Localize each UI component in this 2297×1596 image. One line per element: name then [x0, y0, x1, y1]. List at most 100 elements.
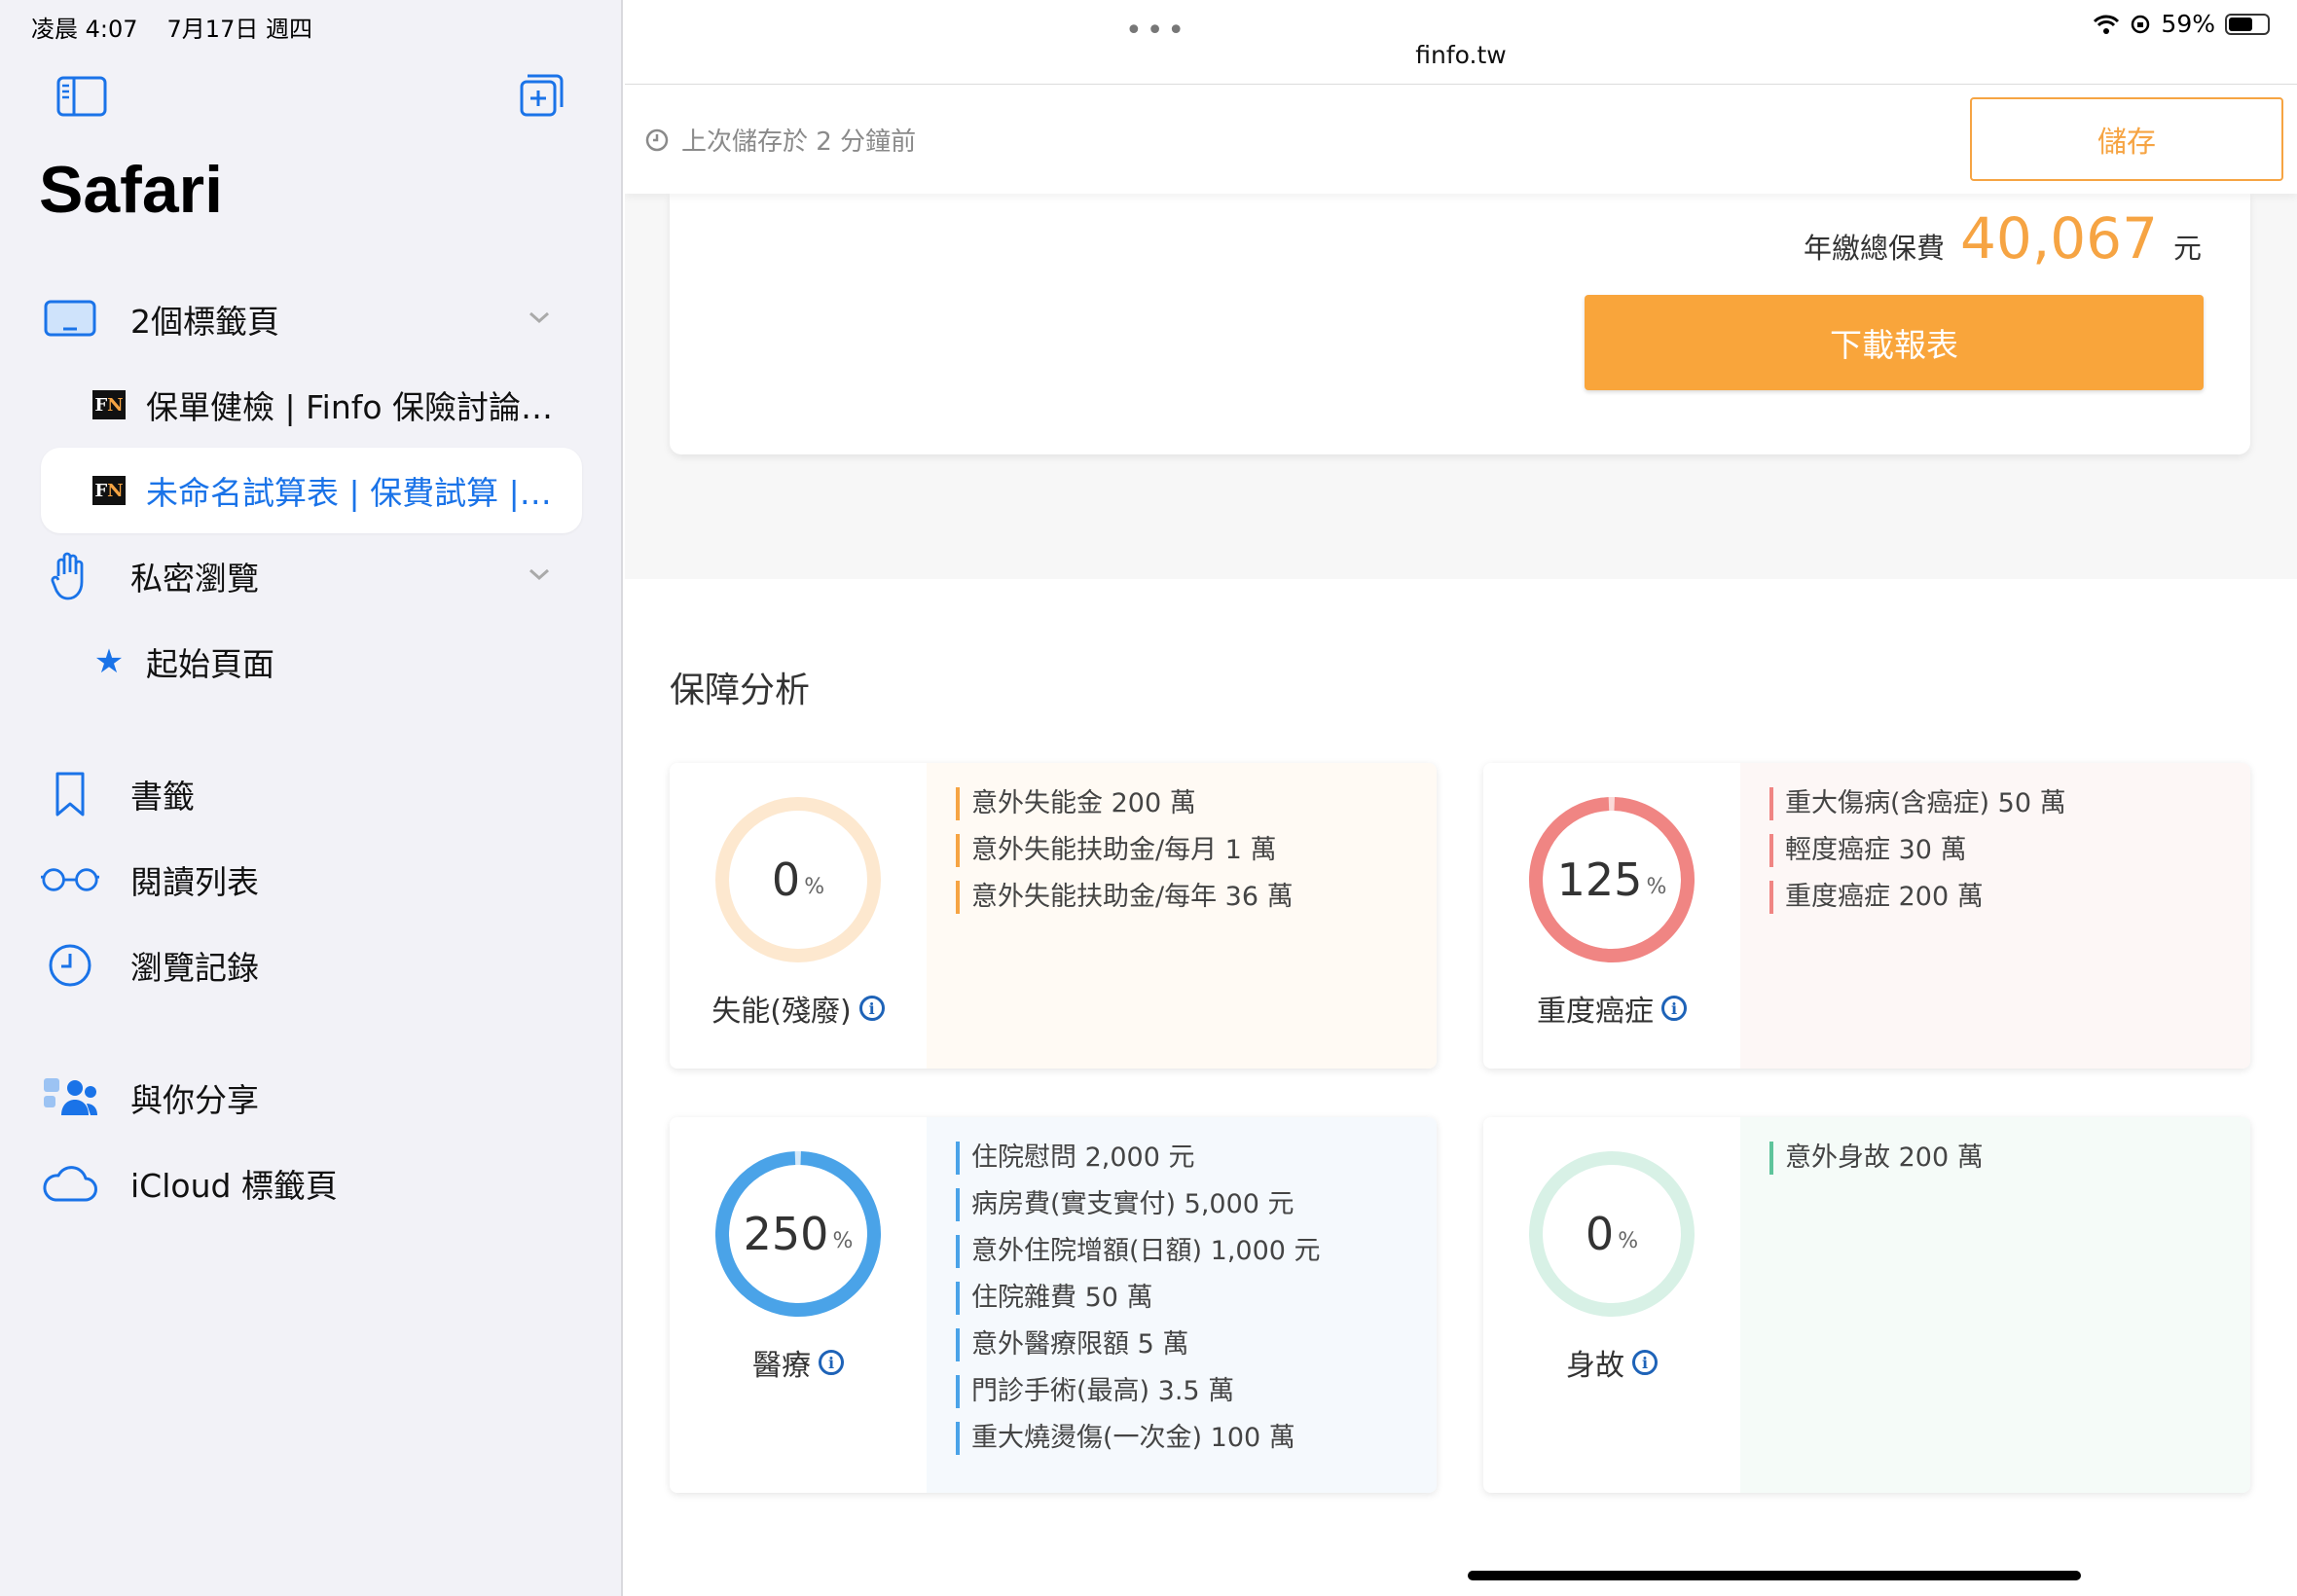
coverage-items: 住院慰問 2,000 元病房費(實支實付) 5,000 元意外住院增額(日額) …: [956, 1135, 1321, 1462]
download-report-button[interactable]: 下載報表: [1585, 295, 2204, 390]
last-saved-text: 上次儲存於 2 分鐘前: [681, 127, 917, 157]
tab-title: 未命名試算表 | 保費試算 |…: [146, 474, 552, 512]
coverage-item: 住院雜費 50 萬: [956, 1275, 1321, 1322]
clock-icon: [645, 128, 669, 151]
card-right: 意外失能金 200 萬意外失能扶助金/每月 1 萬意外失能扶助金/每年 36 萬: [927, 763, 1437, 1069]
coverage-item-text: 重大燒燙傷(一次金) 100 萬: [971, 1423, 1295, 1453]
summary-card: 年繳總保費 40,067 元 下載報表: [670, 194, 2250, 454]
card-left: 0% 身故 i: [1483, 1117, 1740, 1423]
save-button[interactable]: 儲存: [1970, 97, 2283, 181]
coverage-item: 輕度癌症 30 萬: [1769, 827, 2066, 874]
status-time: 凌晨 4:07: [31, 16, 138, 43]
sidebar-shared-with-you[interactable]: 與你分享: [41, 1055, 582, 1141]
sidebar-title: Safari: [39, 153, 223, 227]
coverage-item-text: 門診手術(最高) 3.5 萬: [971, 1376, 1235, 1406]
card-right: 住院慰問 2,000 元病房費(實支實付) 5,000 元意外住院增額(日額) …: [927, 1117, 1437, 1493]
card-right: 重大傷病(含癌症) 50 萬輕度癌症 30 萬重度癌症 200 萬: [1740, 763, 2250, 1069]
coverage-item: 重度癌症 200 萬: [1769, 874, 2066, 921]
coverage-item-text: 意外住院增額(日額) 1,000 元: [971, 1236, 1321, 1266]
new-tab-group-icon[interactable]: [518, 72, 565, 119]
chevron-down-icon[interactable]: [528, 306, 551, 329]
coverage-items: 意外失能金 200 萬意外失能扶助金/每月 1 萬意外失能扶助金/每年 36 萬: [956, 780, 1294, 921]
coverage-item: 意外醫療限額 5 萬: [956, 1322, 1321, 1368]
sidebar-history[interactable]: 瀏覽記錄: [41, 923, 582, 1008]
coverage-percent: 125%: [1556, 853, 1667, 906]
coverage-item: 意外住院增額(日額) 1,000 元: [956, 1228, 1321, 1275]
start-page-label: 起始頁面: [146, 645, 274, 683]
coverage-card-medical: 250% 醫療 i 住院慰問 2,000 元病房費(實支實付) 5,000 元意外…: [670, 1117, 1437, 1493]
bookmarks-label: 書籤: [130, 778, 195, 816]
coverage-item-text: 輕度癌症 30 萬: [1785, 835, 1967, 865]
battery-percent: 59%: [2161, 10, 2215, 38]
coverage-item-text: 意外失能扶助金/每月 1 萬: [971, 835, 1277, 865]
sidebar-start-page[interactable]: ★ 起始頁面: [91, 619, 578, 705]
tab-title: 保單健檢 | Finfo 保險討論…: [146, 388, 554, 426]
sidebar-icloud-tabs[interactable]: iCloud 標籤頁: [41, 1141, 582, 1226]
shared-label: 與你分享: [130, 1081, 259, 1119]
wifi-icon: [2094, 15, 2120, 34]
tabs-icon: [41, 290, 99, 348]
coverage-card-disability: 0% 失能(殘廢) i 意外失能金 200 萬意外失能扶助金/每月 1 萬意外失能…: [670, 763, 1437, 1069]
cloud-icon: [41, 1154, 99, 1213]
section-title: 保障分析: [670, 671, 811, 710]
coverage-item-text: 重度癌症 200 萬: [1785, 882, 1984, 912]
coverage-percent: 0%: [771, 853, 825, 906]
private-label: 私密瀏覽: [130, 560, 259, 598]
star-icon: ★: [93, 642, 125, 681]
sidebar-tab-group[interactable]: 2個標籤頁: [41, 276, 582, 362]
chevron-down-icon[interactable]: [528, 562, 551, 586]
coverage-card-death: 0% 身故 i 意外身故 200 萬: [1483, 1117, 2250, 1493]
coverage-percent: 0%: [1585, 1208, 1639, 1260]
icloud-label: iCloud 標籤頁: [130, 1167, 338, 1205]
info-icon[interactable]: i: [858, 996, 885, 1021]
url-label[interactable]: finfo.tw: [625, 41, 2297, 69]
coverage-items: 意外身故 200 萬: [1769, 1135, 1984, 1181]
card-left: 125% 重度癌症 i: [1483, 763, 1740, 1069]
coverage-item-text: 意外失能扶助金/每年 36 萬: [971, 882, 1294, 912]
coverage-item-text: 病房費(實支實付) 5,000 元: [971, 1189, 1294, 1219]
annual-premium-label: 年繳總保費: [1804, 232, 1946, 265]
coverage-item: 意外身故 200 萬: [1769, 1135, 1984, 1181]
sidebar-tab-item-selected[interactable]: FN 未命名試算表 | 保費試算 |…: [41, 448, 582, 533]
finfo-favicon-icon: FN: [91, 461, 127, 520]
coverage-item-text: 意外身故 200 萬: [1785, 1143, 1984, 1173]
bookmark-icon: [41, 765, 99, 823]
last-saved-status: 上次儲存於 2 分鐘前: [644, 122, 916, 158]
sidebar-toggle-icon[interactable]: [56, 76, 107, 117]
coverage-item: 門診手術(最高) 3.5 萬: [956, 1368, 1321, 1415]
sidebar-reading-list[interactable]: 閱讀列表: [41, 837, 582, 923]
coverage-label: 醫療 i: [670, 1341, 927, 1384]
battery-icon: [2225, 13, 2270, 35]
coverage-item-text: 意外失能金 200 萬: [971, 788, 1196, 818]
coverage-item: 住院慰問 2,000 元: [956, 1135, 1321, 1181]
sidebar-bookmarks[interactable]: 書籤: [41, 751, 582, 837]
coverage-percent: 250%: [743, 1208, 854, 1260]
annual-premium-value: 40,067: [1960, 205, 2158, 272]
info-icon[interactable]: i: [1661, 996, 1687, 1021]
coverage-item: 意外失能扶助金/每年 36 萬: [956, 874, 1294, 921]
sidebar-private-browsing[interactable]: 私密瀏覽: [41, 533, 582, 619]
coverage-item-text: 住院雜費 50 萬: [971, 1283, 1153, 1313]
info-icon[interactable]: i: [819, 1350, 844, 1375]
status-date: 7月17日 週四: [166, 16, 312, 43]
glasses-icon: [41, 851, 99, 909]
reading-list-label: 閱讀列表: [130, 863, 259, 901]
hand-icon: [41, 547, 99, 605]
info-icon[interactable]: i: [1632, 1350, 1658, 1375]
save-bar: 上次儲存於 2 分鐘前 儲存: [625, 85, 2297, 194]
finfo-favicon-icon: FN: [91, 376, 127, 434]
home-indicator[interactable]: [1468, 1571, 2081, 1580]
clock-icon: [41, 936, 99, 995]
history-label: 瀏覽記錄: [130, 949, 259, 987]
tab-group-label: 2個標籤頁: [130, 303, 279, 341]
coverage-label: 失能(殘廢) i: [670, 987, 927, 1030]
sidebar-tab-item[interactable]: FN 保單健檢 | Finfo 保險討論…: [91, 362, 578, 448]
coverage-item: 重大傷病(含癌症) 50 萬: [1769, 780, 2066, 827]
coverage-item: 重大燒燙傷(一次金) 100 萬: [956, 1415, 1321, 1462]
sidebar: 凌晨 4:07 7月17日 週四 Safari 2個標籤頁 FN 保單健檢 | F…: [0, 0, 623, 1596]
coverage-item-text: 住院慰問 2,000 元: [971, 1143, 1195, 1173]
coverage-item-text: 重大傷病(含癌症) 50 萬: [1785, 788, 2066, 818]
coverage-label: 重度癌症 i: [1483, 987, 1740, 1030]
coverage-item: 病房費(實支實付) 5,000 元: [956, 1181, 1321, 1228]
orientation-lock-icon: [2132, 15, 2150, 33]
